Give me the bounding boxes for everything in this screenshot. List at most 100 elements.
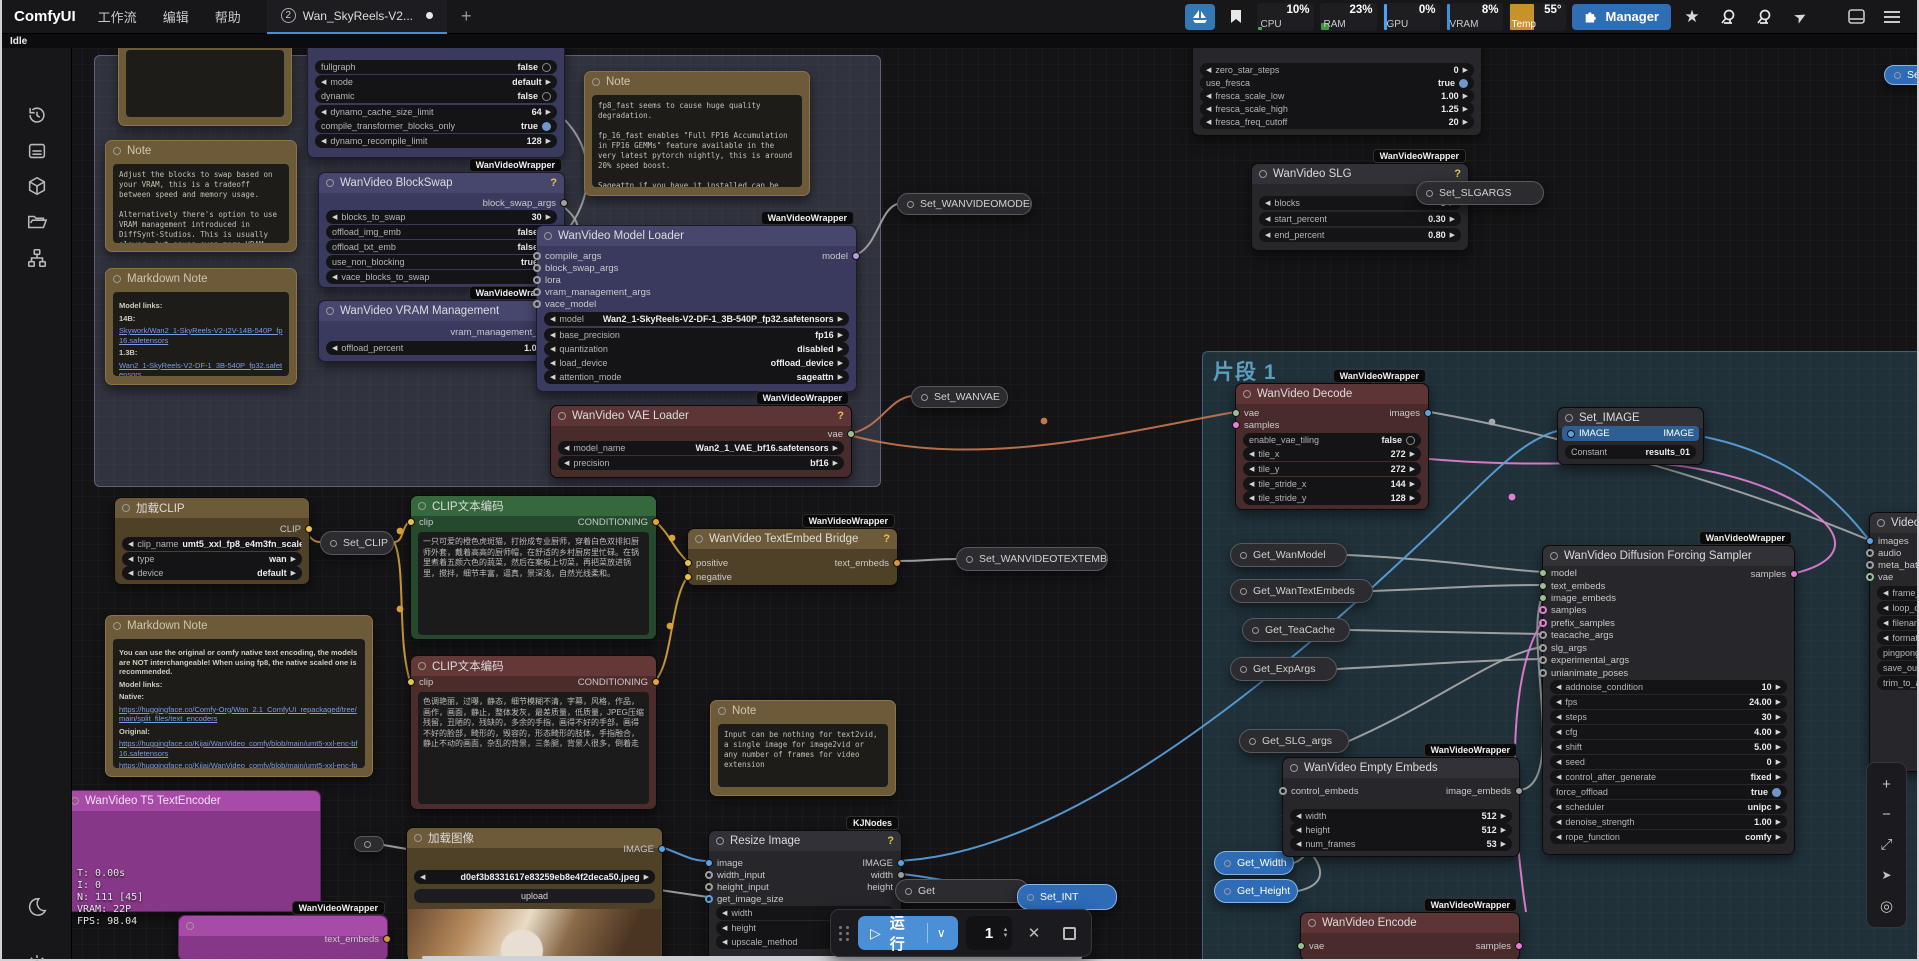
set-slgargs[interactable]: Set_SLGARGS — [1416, 181, 1544, 205]
load-clip-collapse-icon[interactable] — [122, 504, 130, 512]
increment-arrow-icon[interactable]: ▶ — [1776, 683, 1781, 691]
video-combine-save_output[interactable]: save_output — [1877, 661, 1917, 675]
decrement-arrow-icon[interactable]: ◀ — [1249, 450, 1254, 458]
get-wanmodel-collapse-icon[interactable] — [1240, 552, 1247, 559]
resize-image-width-output-port[interactable]: width — [871, 870, 905, 880]
get-wanmodel[interactable]: Get_WanModel — [1230, 543, 1347, 567]
wanvideo-textencoder-2-text_embeds-output-port[interactable]: text_embeds — [325, 934, 391, 944]
increment-arrow-icon[interactable]: ▶ — [1776, 728, 1781, 736]
wanvideo-model-loader-vace_model-input-port[interactable]: vace_model — [533, 299, 596, 309]
decrement-arrow-icon[interactable]: ◀ — [550, 315, 555, 323]
resize-image-image-input-port[interactable]: image — [705, 858, 743, 868]
experimental-args-zero_star_steps[interactable]: ◀zero_star_steps0▶ — [1200, 63, 1474, 77]
set-clip[interactable]: Set_CLIP — [320, 531, 394, 555]
increment-arrow-icon[interactable]: ▶ — [1501, 840, 1506, 848]
increment-arrow-icon[interactable]: ▶ — [546, 137, 551, 145]
wanvideo-diffusion-forcing-sampler-slg_args-input-port[interactable]: slg_args — [1539, 643, 1587, 653]
decrement-arrow-icon[interactable]: ◀ — [1206, 92, 1211, 100]
set-wanvideotextembeds-collapse-icon[interactable] — [966, 556, 973, 563]
increment-arrow-icon[interactable]: ▶ — [644, 873, 649, 881]
wanvideo-blockswap-offload_txt_emb[interactable]: offload_txt_embfalse — [326, 240, 557, 254]
increment-arrow-icon[interactable]: ▶ — [1776, 833, 1781, 841]
resize-image-IMAGE-output-port[interactable]: IMAGE — [862, 858, 905, 868]
video-combine-filename_prefix[interactable]: ◀filename_prefix▶ — [1877, 616, 1917, 630]
decrement-arrow-icon[interactable]: ◀ — [1556, 683, 1561, 691]
wanvideo-model-loader-collapse-icon[interactable] — [544, 232, 552, 240]
queue-icon[interactable] — [26, 140, 48, 162]
custom-nodes-icon-2[interactable] — [1749, 4, 1779, 30]
load-clip-clip_name[interactable]: ◀clip_nameumt5_xxl_fp8_e4m3fn_scale...▶ — [122, 537, 302, 551]
wanvideo-model-loader-base_precision[interactable]: ◀base_precisionfp16▶ — [544, 328, 849, 342]
clip-text-encode-negative-CONDITIONING-output-port[interactable]: CONDITIONING — [578, 677, 660, 687]
clip-text-encode-positive-header[interactable]: CLIP文本编码 — [411, 496, 656, 516]
wanvideo-empty-embeds[interactable]: WanVideoWrapperWanVideo Empty Embedscont… — [1282, 757, 1520, 857]
wanvideo-decode-tile_stride_x[interactable]: ◀tile_stride_x144▶ — [1243, 477, 1421, 491]
increment-arrow-icon[interactable]: ▶ — [1450, 231, 1455, 239]
increment-arrow-icon[interactable]: ▶ — [291, 555, 296, 563]
decrement-arrow-icon[interactable]: ◀ — [128, 569, 133, 577]
wanvideo-empty-embeds-width[interactable]: ◀width512▶ — [1290, 809, 1512, 823]
wanvideo-diffusion-forcing-sampler-control_after_generate[interactable]: ◀control_after_generatefixed▶ — [1550, 770, 1787, 784]
decrement-arrow-icon[interactable]: ◀ — [1296, 812, 1301, 820]
wanvideo-empty-embeds-control_embeds-input-port[interactable]: control_embeds — [1279, 786, 1359, 796]
decrement-arrow-icon[interactable]: ◀ — [1249, 465, 1254, 473]
wanvideo-diffusion-forcing-sampler-cfg[interactable]: ◀cfg4.00▶ — [1550, 725, 1787, 739]
wanvideo-diffusion-forcing-sampler[interactable]: WanVideoWrapperWanVideo Diffusion Forcin… — [1542, 545, 1795, 855]
clip-text-encode-negative-clip-input-port[interactable]: clip — [407, 677, 433, 687]
settings-gear-icon[interactable] — [26, 953, 48, 961]
set-wanvideomodel[interactable]: Set_WANVIDEOMODEL — [897, 193, 1032, 215]
wanvideo-blockswap[interactable]: WanVideoWrapperWanVideo BlockSwap?block_… — [318, 172, 565, 288]
decrement-arrow-icon[interactable]: ◀ — [550, 345, 555, 353]
stop-button[interactable] — [1056, 919, 1083, 947]
markdown-note-text-encoders-header[interactable]: Markdown Note — [106, 616, 372, 636]
clip-text-encode-positive-prompt-textarea[interactable]: 一只可爱的橙色虎斑猫，打扮成专业厨师，穿着白色双排扣厨师外套，戴着高高的厨师帽，… — [418, 532, 649, 635]
wanvideo-textembed-bridge-header[interactable]: WanVideo TextEmbed Bridge? — [688, 529, 897, 549]
increment-arrow-icon[interactable]: ▶ — [833, 459, 838, 467]
decrement-arrow-icon[interactable]: ◀ — [564, 459, 569, 467]
decrement-arrow-icon[interactable]: ◀ — [332, 273, 337, 281]
wanvideo-blockswap-help-icon[interactable]: ? — [550, 177, 557, 189]
increment-arrow-icon[interactable]: ▶ — [1776, 773, 1781, 781]
wanvideo-blockswap-blocks_to_swap[interactable]: ◀blocks_to_swap30▶ — [326, 210, 557, 224]
experimental-args-fresca_freq_cutoff[interactable]: ◀fresca_freq_cutoff20▶ — [1200, 115, 1474, 129]
note-link[interactable]: Wan2_1-SkyReels-V2-DF-1_3B-540P_fp32.saf… — [119, 361, 283, 377]
wanvideo-vae-loader-vae-output-port[interactable]: vae — [828, 429, 855, 439]
decrement-arrow-icon[interactable]: ◀ — [1883, 619, 1888, 627]
manager-button[interactable]: Manager — [1572, 4, 1671, 30]
torch-compile-settings-compile_transformer_blocks_only[interactable]: compile_transformer_blocks_onlytrue — [315, 119, 557, 133]
video-combine[interactable]: Video Combineimagesaudiometa_batchvae◀fr… — [1869, 512, 1917, 772]
wanvideo-diffusion-forcing-sampler-image_embeds-input-port[interactable]: image_embeds — [1539, 593, 1616, 603]
decrement-arrow-icon[interactable]: ◀ — [1265, 231, 1270, 239]
wanvideo-empty-embeds-header[interactable]: WanVideo Empty Embeds — [1283, 758, 1519, 778]
get-int-collapse-icon[interactable] — [905, 888, 912, 895]
increment-arrow-icon[interactable]: ▶ — [1463, 118, 1468, 126]
get-teacache-collapse-icon[interactable] — [1252, 627, 1259, 634]
wanvideo-diffusion-forcing-sampler-experimental_args-input-port[interactable]: experimental_args — [1539, 655, 1629, 665]
wanvideo-blockswap-vace_blocks_to_swap[interactable]: ◀vace_blocks_to_swap0▶ — [326, 270, 557, 284]
batch-count-input[interactable]: 1 ▲▼ — [966, 916, 1013, 950]
bottom-panel-icon[interactable] — [1841, 4, 1871, 30]
wanvideo-model-loader-load_device[interactable]: ◀load_deviceoffload_device▶ — [544, 356, 849, 370]
video-combine-header[interactable]: Video Combine — [1870, 513, 1917, 533]
torch-compile-settings-mode[interactable]: ◀modedefault▶ — [315, 75, 557, 89]
decrement-arrow-icon[interactable]: ◀ — [1883, 604, 1888, 612]
wanvideo-decode-header[interactable]: WanVideo Decode — [1236, 384, 1428, 404]
torch-compile-settings-fullgraph[interactable]: fullgraphfalse — [315, 60, 557, 74]
resize-image-help-icon[interactable]: ? — [887, 835, 894, 847]
increment-arrow-icon[interactable]: ▶ — [838, 359, 843, 367]
get-int[interactable]: Get — [895, 879, 1029, 903]
toggle-icon[interactable] — [1406, 436, 1415, 445]
wanvideo-textencoder-2[interactable]: WanVideoWrappertext_embeds — [178, 915, 388, 959]
increment-arrow-icon[interactable]: ▶ — [546, 108, 551, 116]
note-fp8-collapse-icon[interactable] — [592, 78, 600, 86]
wanvideo-empty-embeds-collapse-icon[interactable] — [1290, 764, 1298, 772]
wanvideo-vram-management-offload_percent[interactable]: ◀offload_percent1.00▶ — [326, 341, 557, 355]
wanvideo-model-loader-compile_args-input-port[interactable]: compile_args — [533, 251, 602, 261]
wanvideo-diffusion-forcing-sampler-prefix_samples-input-port[interactable]: prefix_samples — [1539, 618, 1615, 628]
decrement-arrow-icon[interactable]: ◀ — [1883, 634, 1888, 642]
load-image-IMAGE-output-port[interactable]: IMAGE — [623, 844, 666, 854]
get-teacache[interactable]: Get_TeaCache — [1242, 618, 1350, 642]
wanvideo-textembed-bridge-collapse-icon[interactable] — [695, 535, 703, 543]
set-image-Constant[interactable]: Constantresults_01 — [1565, 445, 1696, 459]
fit-view-button[interactable]: ⤢ — [1874, 833, 1900, 857]
